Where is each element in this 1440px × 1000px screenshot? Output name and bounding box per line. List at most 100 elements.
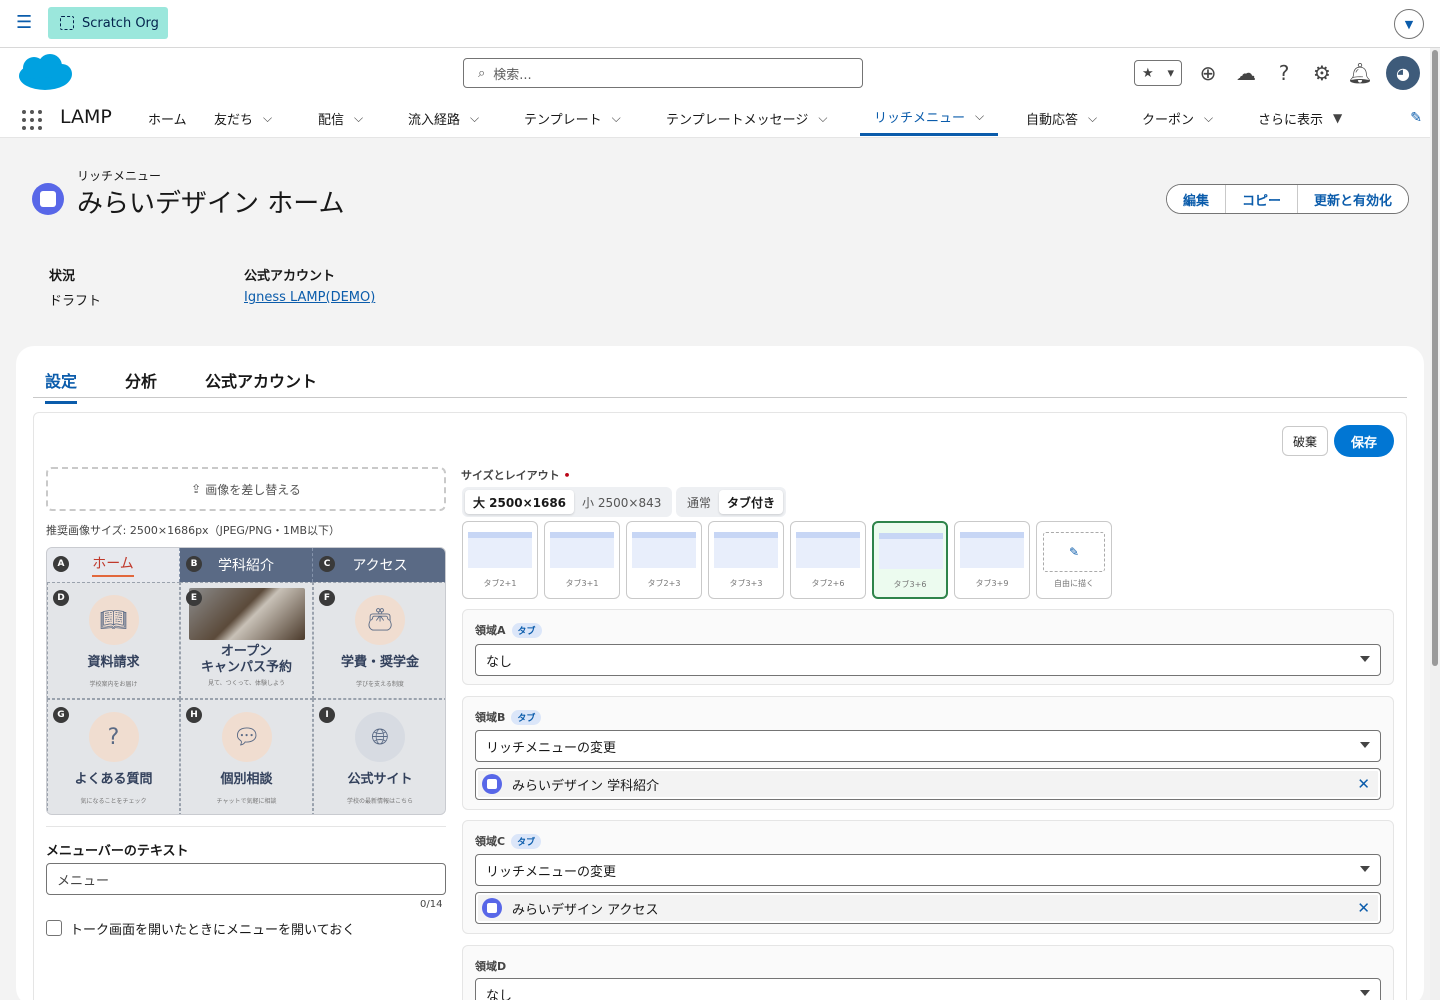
globe-icon: 🌐︎ bbox=[355, 712, 405, 762]
chevron-down-icon[interactable]: ⌵ bbox=[1088, 111, 1097, 126]
rich-menu-record-icon bbox=[32, 183, 64, 215]
status-label: 状況 bbox=[49, 269, 76, 284]
close-icon[interactable]: ✕ bbox=[1357, 775, 1370, 793]
layout-option-tab2-1[interactable]: タブ2+1 bbox=[462, 521, 538, 599]
rich-menu-record-icon bbox=[482, 774, 502, 794]
setup-cloud-icon[interactable]: ☁ bbox=[1234, 61, 1258, 85]
bell-icon[interactable]: 🔔︎ bbox=[1347, 61, 1372, 85]
chevron-down-icon[interactable]: ⌵ bbox=[354, 111, 363, 126]
question-icon: ? bbox=[88, 712, 139, 762]
nav-item-broadcast[interactable]: 配信 ⌵ bbox=[318, 100, 363, 136]
menubar-text-input[interactable] bbox=[46, 863, 446, 895]
menu-icon[interactable]: ☰ bbox=[16, 14, 34, 32]
layout-option-tab2-3[interactable]: タブ2+3 bbox=[626, 521, 702, 599]
region-c-card: 領域C タブ リッチメニューの変更 みらいデザイン アクセス ✕ bbox=[462, 820, 1394, 934]
region-a-label: 領域A タブ bbox=[475, 622, 542, 638]
divider bbox=[46, 826, 446, 827]
mode-tabbed-option[interactable]: タブ付き bbox=[719, 490, 784, 514]
region-badge-f: F bbox=[319, 590, 335, 606]
region-badge-d: D bbox=[53, 590, 69, 606]
layout-option-freeform[interactable]: ✎ 自由に描く bbox=[1036, 521, 1112, 599]
size-large-option[interactable]: 大 2500×1686 bbox=[465, 490, 575, 514]
region-b-action-select[interactable]: リッチメニューの変更 bbox=[475, 730, 1381, 762]
tab-bar: 設定 分析 公式アカウント bbox=[33, 362, 1407, 404]
record-actions: 編集 コピー 更新と有効化 bbox=[1166, 184, 1410, 214]
nav-item-auto-reply[interactable]: 自動応答 ⌵ bbox=[1026, 100, 1097, 136]
global-search[interactable]: ⌕ 検索... bbox=[463, 58, 863, 88]
global-header: ⌕ 検索... ★ ▾ ⊕ ☁ ? ⚙ 🔔︎ ◕ LAMP ホーム 友だち ⌵ 配信… bbox=[0, 48, 1440, 138]
chevron-down-icon[interactable]: ⌵ bbox=[263, 111, 272, 126]
chevron-down-icon: ▾ bbox=[1167, 65, 1175, 81]
char-counter: 0/14 bbox=[420, 899, 443, 910]
chevron-down-icon[interactable]: ⌵ bbox=[470, 111, 479, 126]
region-d-action-select[interactable]: なし bbox=[475, 978, 1381, 1000]
region-c-target-lookup[interactable]: みらいデザイン アクセス ✕ bbox=[475, 892, 1381, 924]
region-b-target-lookup[interactable]: みらいデザイン 学科紹介 ✕ bbox=[475, 768, 1381, 800]
wallet-icon: 👛︎ bbox=[355, 595, 405, 645]
tab-analytics[interactable]: 分析 bbox=[125, 368, 157, 401]
mode-normal-option[interactable]: 通常 bbox=[679, 490, 719, 514]
region-d-card: 領域D なし bbox=[462, 945, 1394, 1000]
chevron-down-icon[interactable]: ▼ bbox=[1394, 9, 1424, 39]
scratch-org-badge[interactable]: Scratch Org bbox=[48, 7, 168, 39]
official-account-link[interactable]: Igness LAMP(DEMO) bbox=[244, 290, 375, 305]
region-badge-h: H bbox=[186, 707, 202, 723]
avatar[interactable]: ◕ bbox=[1386, 56, 1420, 90]
tab-settings[interactable]: 設定 bbox=[45, 368, 78, 404]
nav-item-coupon[interactable]: クーポン ⌵ bbox=[1142, 100, 1213, 136]
layout-option-tab3-1[interactable]: タブ3+1 bbox=[544, 521, 620, 599]
replace-image-label: 画像を差し替える bbox=[205, 482, 301, 497]
layout-option-tab3-6[interactable]: タブ3+6 bbox=[872, 521, 948, 599]
save-button[interactable]: 保存 bbox=[1334, 425, 1394, 457]
open-menu-checkbox[interactable] bbox=[46, 920, 62, 936]
mode-toggle: 通常 タブ付き bbox=[676, 487, 787, 517]
nav-item-rich-menu[interactable]: リッチメニュー ⌵ bbox=[860, 100, 999, 136]
caret-down-icon bbox=[1360, 990, 1370, 996]
nav-item-inflow[interactable]: 流入経路 ⌵ bbox=[408, 100, 479, 136]
edit-button[interactable]: 編集 bbox=[1167, 185, 1227, 213]
nav-item-more[interactable]: さらに表示 ▼ bbox=[1258, 100, 1342, 136]
gear-icon[interactable]: ⚙ bbox=[1310, 61, 1334, 85]
caret-down-icon bbox=[1360, 866, 1370, 872]
chevron-down-icon[interactable]: ⌵ bbox=[975, 109, 984, 124]
region-a-action-select[interactable]: なし bbox=[475, 644, 1381, 676]
chat-icon: 💬︎ bbox=[221, 712, 272, 762]
edit-nav-icon[interactable]: ✎ bbox=[1410, 110, 1422, 126]
search-icon: ⌕ bbox=[478, 65, 486, 81]
region-badge-c: C bbox=[319, 556, 335, 572]
chevron-down-icon[interactable]: ⌵ bbox=[612, 111, 621, 126]
replace-image-button[interactable]: ⇪ 画像を差し替える bbox=[46, 467, 446, 511]
scrollbar[interactable] bbox=[1430, 48, 1440, 1000]
update-activate-button[interactable]: 更新と有効化 bbox=[1298, 185, 1409, 213]
nav-item-home[interactable]: ホーム bbox=[148, 100, 187, 136]
favorites-button[interactable]: ★ ▾ bbox=[1134, 60, 1182, 86]
close-icon[interactable]: ✕ bbox=[1357, 899, 1370, 917]
tab-official-account[interactable]: 公式アカウント bbox=[205, 368, 317, 401]
add-icon[interactable]: ⊕ bbox=[1196, 61, 1220, 85]
scratch-org-label: Scratch Org bbox=[82, 15, 159, 31]
app-launcher-icon[interactable] bbox=[22, 110, 42, 130]
nav-item-friends[interactable]: 友だち ⌵ bbox=[214, 100, 272, 136]
size-small-option[interactable]: 小 2500×843 bbox=[574, 490, 669, 514]
dashed-square-icon bbox=[60, 16, 74, 30]
status-value: ドラフト bbox=[49, 294, 102, 309]
page-title: みらいデザイン ホーム bbox=[77, 189, 345, 219]
record-type: リッチメニュー bbox=[77, 169, 162, 183]
menubar-text-label: メニューバーのテキスト bbox=[46, 844, 189, 859]
layout-option-tab2-6[interactable]: タブ2+6 bbox=[790, 521, 866, 599]
nav-item-template-message[interactable]: テンプレートメッセージ ⌵ bbox=[666, 100, 827, 136]
pencil-icon: ✎ bbox=[1043, 532, 1105, 572]
copy-button[interactable]: コピー bbox=[1226, 185, 1299, 213]
region-badge-b: B bbox=[186, 556, 202, 572]
layout-option-tab3-3[interactable]: タブ3+3 bbox=[708, 521, 784, 599]
chevron-down-icon[interactable]: ⌵ bbox=[818, 111, 827, 126]
campus-photo bbox=[188, 588, 305, 640]
caret-down-icon[interactable]: ▼ bbox=[1333, 111, 1342, 125]
layout-option-tab3-9[interactable]: タブ3+9 bbox=[954, 521, 1030, 599]
region-d-label: 領域D bbox=[475, 960, 507, 973]
chevron-down-icon[interactable]: ⌵ bbox=[1204, 111, 1213, 126]
region-c-action-select[interactable]: リッチメニューの変更 bbox=[475, 854, 1381, 886]
discard-button[interactable]: 破棄 bbox=[1282, 426, 1328, 456]
nav-item-template[interactable]: テンプレート ⌵ bbox=[524, 100, 621, 136]
help-icon[interactable]: ? bbox=[1272, 61, 1296, 85]
